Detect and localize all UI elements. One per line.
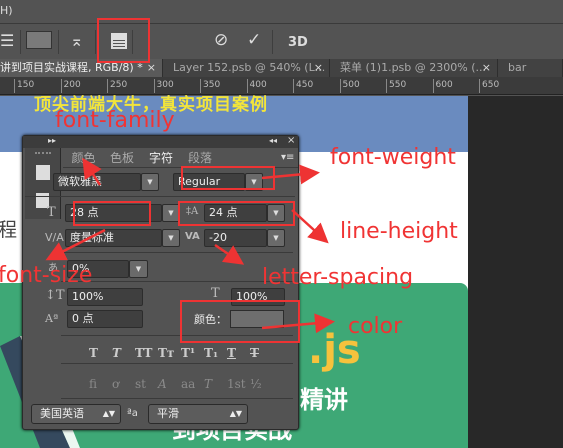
annotation-color: color [348, 314, 403, 339]
arrow-letter-spacing [214, 243, 245, 265]
annotation-arrows [45, 157, 335, 334]
annotation-font-weight: font-weight [330, 145, 456, 170]
annotation-line-height: line-height [340, 219, 458, 244]
arrow-color [261, 313, 335, 334]
arrow-font-family [82, 157, 102, 186]
annotation-font-size: font-size [0, 263, 93, 288]
annotation-letter-spacing: letter-spacing [262, 265, 414, 290]
arrow-line-height [291, 209, 329, 244]
arrow-font-weight [261, 164, 320, 185]
arrow-font-size [45, 228, 106, 261]
annotation-font-family: font-family [55, 108, 175, 133]
